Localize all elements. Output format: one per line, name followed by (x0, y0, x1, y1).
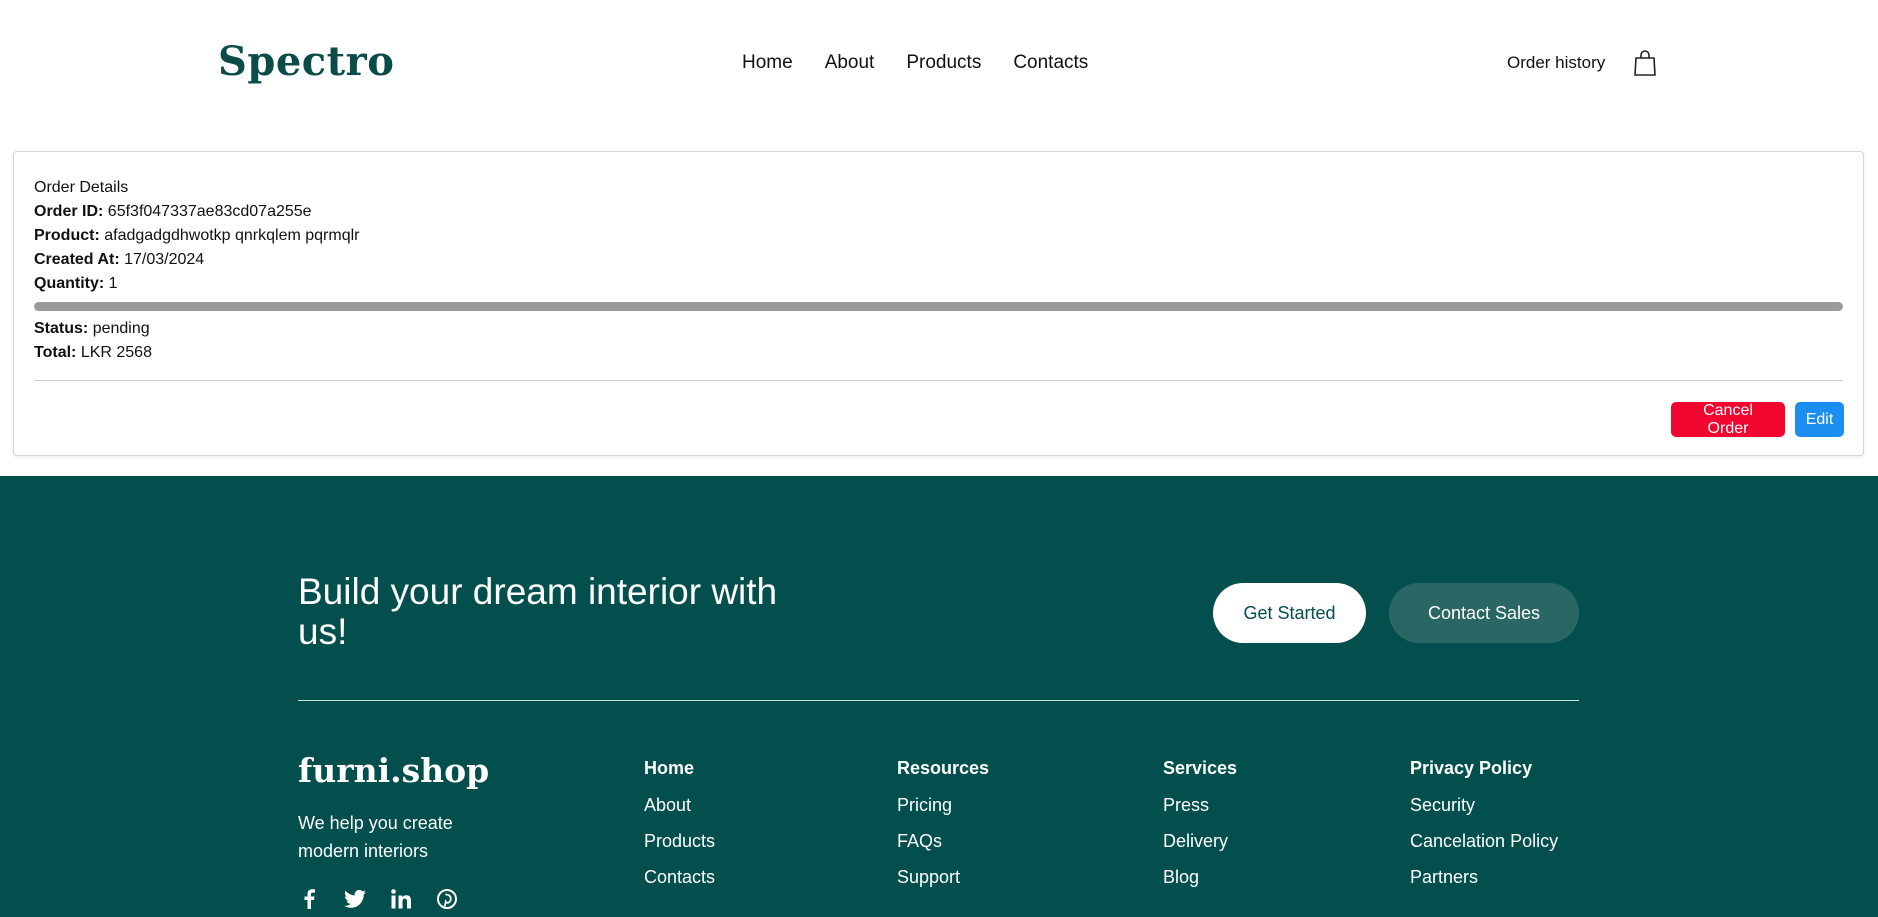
twitter-icon[interactable] (344, 888, 366, 910)
order-history-link[interactable]: Order history (1507, 53, 1605, 73)
quantity-value: 1 (108, 275, 118, 292)
nav-products[interactable]: Products (906, 52, 981, 74)
status-row: Status: pending (34, 317, 1843, 341)
quantity-label: Quantity: (34, 275, 105, 292)
footer-tagline: We help you create modern interiors (298, 813, 453, 861)
footer-link-delivery[interactable]: Delivery (1163, 831, 1237, 852)
shopping-bag-icon[interactable] (1634, 50, 1656, 76)
order-progress-bar (34, 302, 1843, 311)
contact-sales-button[interactable]: Contact Sales (1389, 583, 1579, 643)
footer-col-resources: Resources Pricing FAQs Support (897, 758, 989, 903)
footer-link-about[interactable]: About (644, 795, 715, 816)
footer-link-contacts[interactable]: Contacts (644, 867, 715, 888)
footer-link-support[interactable]: Support (897, 867, 989, 888)
order-id-value: 65f3f047337ae83cd07a255e (107, 203, 312, 220)
order-card: Order Details Order ID: 65f3f047337ae83c… (13, 151, 1864, 456)
order-progress-fill (34, 302, 1843, 311)
footer-brand[interactable]: furni.shop (298, 751, 489, 790)
order-id-label: Order ID: (34, 203, 104, 220)
footer-link-pricing[interactable]: Pricing (897, 795, 989, 816)
footer-col-heading[interactable]: Services (1163, 758, 1237, 779)
cancel-order-button[interactable]: Cancel Order (1671, 402, 1785, 437)
nav-home[interactable]: Home (742, 52, 793, 74)
order-details: Order Details Order ID: 65f3f047337ae83c… (34, 176, 1843, 365)
site-logo[interactable]: Spectro (218, 38, 394, 85)
footer-col-heading[interactable]: Home (644, 758, 715, 779)
total-label: Total: (34, 344, 77, 361)
site-header: Spectro Home About Products Contacts Ord… (0, 0, 1878, 125)
footer-link-press[interactable]: Press (1163, 795, 1237, 816)
product-label: Product: (34, 227, 100, 244)
footer-link-cancelation[interactable]: Cancelation Policy (1410, 831, 1558, 852)
get-started-button[interactable]: Get Started (1213, 583, 1366, 643)
social-links (298, 888, 458, 910)
created-label: Created At: (34, 251, 120, 268)
footer-divider (298, 700, 1579, 701)
product-value: afadgadgdhwotkp qnrkqlem pqrmqlr (104, 227, 360, 244)
nav-about[interactable]: About (825, 52, 875, 74)
total-row: Total: LKR 2568 (34, 341, 1843, 365)
card-divider (34, 380, 1843, 381)
order-details-title: Order Details (34, 179, 129, 196)
footer-link-partners[interactable]: Partners (1410, 867, 1558, 888)
quantity-row: Quantity: 1 (34, 272, 1843, 296)
footer-cta-title: Build your dream interior with us! (298, 571, 778, 652)
footer-col-privacy: Privacy Policy Security Cancelation Poli… (1410, 758, 1558, 903)
footer-link-security[interactable]: Security (1410, 795, 1558, 816)
footer-col-heading[interactable]: Privacy Policy (1410, 758, 1558, 779)
nav-contacts[interactable]: Contacts (1013, 52, 1088, 74)
facebook-icon[interactable] (298, 888, 320, 910)
main-nav: Home About Products Contacts (742, 52, 1088, 74)
footer-col-heading[interactable]: Resources (897, 758, 989, 779)
order-id-row: Order ID: 65f3f047337ae83cd07a255e (34, 200, 1843, 224)
footer-link-products[interactable]: Products (644, 831, 715, 852)
status-value: pending (92, 320, 150, 337)
footer-col-home: Home About Products Contacts (644, 758, 715, 903)
linkedin-icon[interactable] (390, 888, 412, 910)
footer-link-blog[interactable]: Blog (1163, 867, 1237, 888)
footer-col-services: Services Press Delivery Blog (1163, 758, 1237, 903)
footer-link-faqs[interactable]: FAQs (897, 831, 989, 852)
created-row: Created At: 17/03/2024 (34, 248, 1843, 272)
status-label: Status: (34, 320, 89, 337)
created-value: 17/03/2024 (124, 251, 205, 268)
product-row: Product: afadgadgdhwotkp qnrkqlem pqrmql… (34, 224, 1843, 248)
pinterest-icon[interactable] (436, 888, 458, 910)
total-value: LKR 2568 (80, 344, 152, 361)
site-footer: Build your dream interior with us! Get S… (0, 476, 1878, 917)
edit-order-button[interactable]: Edit (1795, 402, 1844, 437)
